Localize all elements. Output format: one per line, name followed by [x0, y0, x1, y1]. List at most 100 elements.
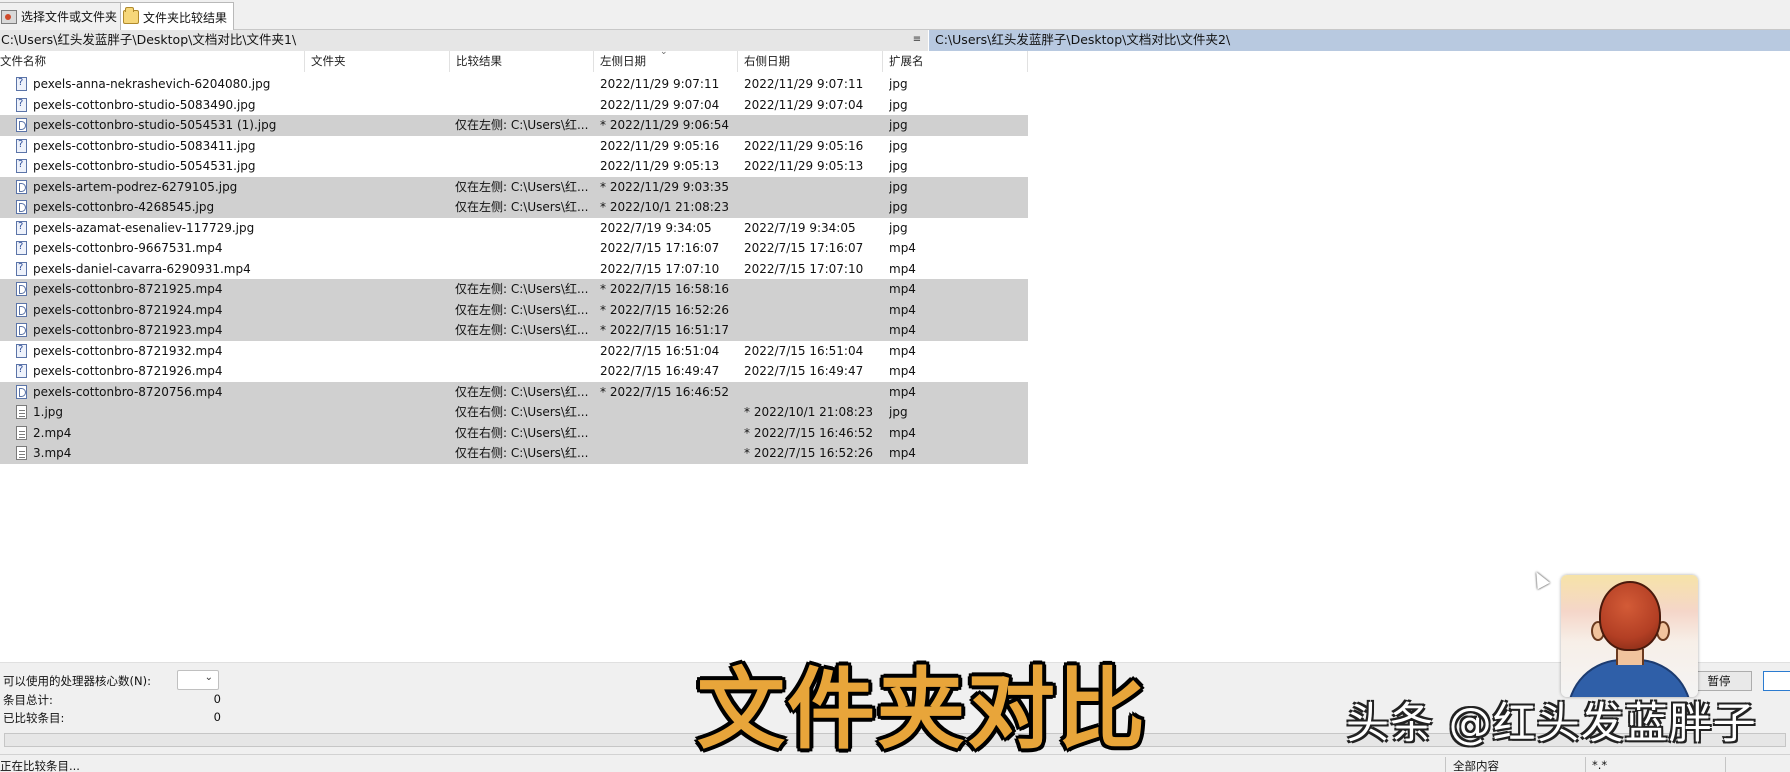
table-row[interactable]: pexels-cottonbro-studio-5083490.jpg 2022/…: [0, 95, 1028, 116]
file-left-only-icon: [16, 302, 30, 317]
compare-result: 仅在右侧: C:\Users\红...: [455, 446, 589, 460]
file-name: pexels-artem-podrez-6279105.jpg: [33, 179, 238, 194]
left-date: [600, 423, 740, 444]
left-date: 2022/11/29 9:05:16: [600, 138, 720, 153]
left-date: * 2022/11/29 9:06:54: [600, 118, 730, 132]
file-folder: [305, 341, 445, 362]
file-extension: jpg: [889, 179, 908, 194]
file-name: pexels-cottonbro-4268545.jpg: [33, 200, 215, 214]
right-date: [744, 115, 884, 136]
compare-result: 仅在左侧: C:\Users\红...: [455, 200, 589, 214]
menu-icon[interactable]: ≡: [910, 33, 924, 47]
right-path-field[interactable]: C:\Users\红头发蓝胖子\Desktop\文档对比\文件夹2\: [929, 30, 1790, 51]
column-header-result[interactable]: 比较结果: [450, 51, 594, 72]
right-date: [744, 197, 884, 218]
left-date: * 2022/7/15 16:51:17: [600, 323, 730, 337]
file-left-only-icon: [16, 384, 30, 399]
table-row[interactable]: 1.jpg 仅在右侧: C:\Users\红... * 2022/10/1 21:0…: [0, 402, 1028, 423]
compare-result: [455, 361, 595, 382]
tab-bar: 选择文件或文件夹 文件夹比较结果: [0, 0, 1790, 31]
table-row[interactable]: pexels-cottonbro-8721925.mp4 仅在左侧: C:\Use…: [0, 279, 1028, 300]
left-date: 2022/7/19 9:34:05: [600, 220, 712, 235]
table-row[interactable]: 3.mp4 仅在右侧: C:\Users\红... * 2022/7/15 16:5…: [0, 443, 1028, 464]
compare-result: 仅在左侧: C:\Users\红...: [455, 323, 589, 337]
file-left-only-icon: [16, 323, 30, 337]
file-name: 1.jpg: [33, 405, 64, 419]
left-date: * 2022/11/29 9:03:35: [600, 179, 730, 194]
file-name: 3.mp4: [33, 446, 72, 460]
tab-select-files[interactable]: 选择文件或文件夹: [0, 2, 125, 30]
stop-button[interactable]: [1763, 671, 1790, 691]
file-identical-icon: [16, 241, 30, 255]
cores-select[interactable]: ⌄: [177, 670, 219, 690]
file-name: pexels-cottonbro-8721926.mp4: [33, 364, 223, 378]
compare-result: [455, 218, 595, 239]
file-folder: [305, 156, 445, 177]
compare-result: 仅在左侧: C:\Users\红...: [455, 282, 589, 296]
file-extension: jpg: [889, 97, 908, 112]
tab-folder-compare-results[interactable]: 文件夹比较结果: [120, 2, 235, 31]
left-date: * 2022/7/15 16:58:16: [600, 282, 730, 296]
table-row[interactable]: pexels-cottonbro-studio-5054531 (1).jpg 仅…: [0, 115, 1028, 136]
status-divider: [1725, 757, 1726, 772]
file-name: pexels-cottonbro-8721925.mp4: [33, 282, 223, 296]
file-extension: mp4: [889, 425, 916, 440]
left-path-field[interactable]: C:\Users\红头发蓝胖子\Desktop\文档对比\文件夹1\: [0, 30, 928, 51]
table-row[interactable]: pexels-artem-podrez-6279105.jpg 仅在左侧: C:\…: [0, 176, 1028, 197]
table-row[interactable]: pexels-cottonbro-studio-5054531.jpg 2022/…: [0, 156, 1028, 177]
file-right-only-icon: [16, 405, 30, 419]
selector-icon: [1, 9, 17, 24]
presenter-avatar: [1561, 575, 1698, 697]
column-header-extension[interactable]: 扩展名: [883, 51, 1028, 72]
right-date: * 2022/7/15 16:52:26: [744, 446, 874, 460]
table-row[interactable]: pexels-cottonbro-8720756.mp4 仅在左侧: C:\Use…: [0, 381, 1028, 402]
table-row[interactable]: pexels-cottonbro-8721923.mp4 仅在左侧: C:\Use…: [0, 320, 1028, 341]
table-row[interactable]: pexels-cottonbro-8721932.mp4 2022/7/15 16…: [0, 341, 1028, 362]
file-left-only-icon: [16, 282, 30, 296]
file-right-only-icon: [16, 425, 30, 440]
compare-result: 仅在右侧: C:\Users\红...: [455, 425, 589, 440]
file-extension: mp4: [889, 302, 916, 317]
right-date: [744, 300, 884, 321]
table-row[interactable]: pexels-anna-nekrashevich-6204080.jpg 2022…: [0, 74, 1028, 95]
table-row[interactable]: pexels-cottonbro-4268545.jpg 仅在左侧: C:\Use…: [0, 197, 1028, 218]
compared-label: 已比较条目:: [3, 711, 65, 725]
file-folder: [305, 115, 445, 136]
comparison-list: pexels-anna-nekrashevich-6204080.jpg 2022…: [0, 74, 1028, 464]
left-date: 2022/7/15 16:49:47: [600, 364, 720, 378]
left-date: [600, 402, 740, 423]
file-name: 2.mp4: [33, 425, 72, 440]
file-extension: jpg: [889, 220, 908, 235]
table-row[interactable]: pexels-daniel-cavarra-6290931.mp4 2022/7/…: [0, 259, 1028, 280]
table-row[interactable]: 2.mp4 仅在右侧: C:\Users\红... * 2022/7/15 16:4…: [0, 422, 1028, 444]
table-row[interactable]: pexels-cottonbro-studio-5083411.jpg 2022/…: [0, 136, 1028, 157]
column-header-name[interactable]: 文件名称: [0, 51, 305, 72]
compare-result: 仅在左侧: C:\Users\红...: [455, 384, 589, 399]
left-date: 2022/7/15 17:07:10: [600, 261, 720, 276]
file-left-only-icon: [16, 118, 30, 132]
table-row[interactable]: pexels-azamat-esenaliev-117729.jpg 2022/7…: [0, 218, 1028, 239]
right-date: 2022/11/29 9:07:04: [744, 97, 864, 112]
table-row[interactable]: pexels-cottonbro-8721926.mp4 2022/7/15 16…: [0, 361, 1028, 382]
file-identical-icon: [16, 261, 30, 276]
left-date: 2022/11/29 9:07:04: [600, 97, 720, 112]
table-row[interactable]: pexels-cottonbro-9667531.mp4 2022/7/15 17…: [0, 238, 1028, 259]
column-header-right-date[interactable]: 右侧日期: [738, 51, 883, 72]
right-date: [744, 320, 884, 341]
left-date: 2022/7/15 17:16:07: [600, 241, 720, 255]
file-name: pexels-cottonbro-studio-5054531.jpg: [33, 159, 256, 173]
right-date: 2022/7/15 16:51:04: [744, 343, 864, 358]
chevron-down-icon: ⌄: [204, 672, 213, 683]
left-date: * 2022/7/15 16:52:26: [600, 302, 730, 317]
column-header-folder[interactable]: 文件夹: [305, 51, 450, 72]
status-text: 正在比较条目...: [0, 759, 80, 772]
total-value: 0: [213, 692, 221, 706]
file-identical-icon: [16, 138, 30, 153]
right-date: 2022/11/29 9:05:13: [744, 159, 864, 173]
table-row[interactable]: pexels-cottonbro-8721924.mp4 仅在左侧: C:\Use…: [0, 299, 1028, 321]
file-folder: [305, 136, 445, 157]
file-name: pexels-cottonbro-9667531.mp4: [33, 241, 223, 255]
right-date: 2022/11/29 9:05:16: [744, 138, 864, 153]
file-left-only-icon: [16, 200, 30, 214]
list-header: 文件名称 文件夹 比较结果 左侧日期 ⌄ 右侧日期 扩展名: [0, 47, 1028, 72]
